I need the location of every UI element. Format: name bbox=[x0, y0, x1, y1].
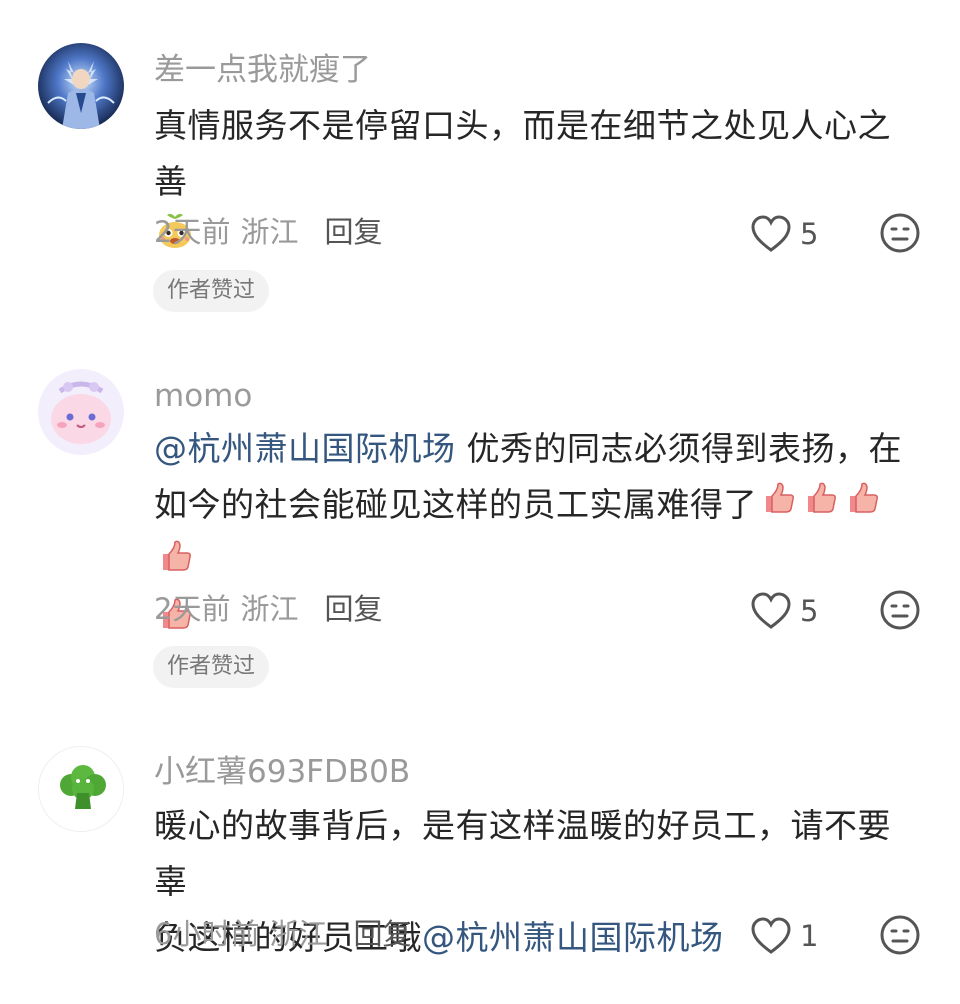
comment-text-content: 如今的社会能碰见这样的员工实属难得了 bbox=[154, 485, 757, 524]
like-count: 5 bbox=[800, 217, 819, 251]
mention-link[interactable]: @杭州萧山国际机场 bbox=[422, 918, 724, 957]
comment-location: 浙江 bbox=[240, 215, 299, 249]
username[interactable]: momo bbox=[154, 376, 252, 416]
like-button[interactable]: 1 bbox=[750, 914, 818, 958]
neutral-face-icon bbox=[880, 213, 920, 253]
heart-icon bbox=[751, 592, 791, 629]
thumbs-up-emoji bbox=[842, 478, 882, 535]
comment-meta: 2天前 浙江 回复 bbox=[154, 589, 382, 629]
comment-time: 2天前 bbox=[154, 215, 231, 249]
anime-character-avatar-icon bbox=[38, 43, 124, 129]
dislike-button[interactable] bbox=[879, 589, 921, 631]
heart-icon bbox=[751, 917, 791, 954]
mention-link[interactable]: @杭州萧山国际机场 bbox=[154, 429, 456, 468]
dislike-button[interactable] bbox=[879, 914, 921, 956]
heart-icon bbox=[751, 215, 791, 252]
like-count: 1 bbox=[800, 919, 819, 953]
thumbs-up-emoji bbox=[155, 536, 195, 593]
reply-button[interactable]: 回复 bbox=[353, 914, 411, 954]
author-liked-badge: 作者赞过 bbox=[153, 646, 270, 688]
comment-time: 6小时前 bbox=[154, 917, 260, 951]
user-avatar[interactable] bbox=[38, 43, 124, 129]
comment-location: 浙江 bbox=[269, 917, 328, 951]
neutral-face-icon bbox=[880, 590, 920, 630]
user-avatar[interactable] bbox=[38, 369, 124, 455]
broccoli-avatar-icon bbox=[39, 747, 123, 831]
reply-button[interactable]: 回复 bbox=[324, 212, 382, 252]
thumbs-up-emoji bbox=[758, 478, 798, 535]
comment-text-content: 暖心的故事背后，是有这样温暖的好员工，请不要辜 bbox=[154, 806, 891, 901]
username[interactable]: 差一点我就瘦了 bbox=[154, 50, 371, 90]
comment-text-content: 优秀的同志必须得到表扬，在 bbox=[466, 429, 902, 468]
comment-location: 浙江 bbox=[240, 592, 299, 626]
pink-cartoon-avatar-icon bbox=[38, 369, 124, 455]
comment-meta: 6小时前 浙江 回复 bbox=[154, 914, 411, 954]
reply-button[interactable]: 回复 bbox=[324, 589, 382, 629]
like-button[interactable]: 5 bbox=[750, 589, 818, 633]
thumbs-up-emoji bbox=[800, 478, 840, 535]
neutral-face-icon bbox=[880, 915, 920, 955]
dislike-button[interactable] bbox=[879, 212, 921, 254]
comment-time: 2天前 bbox=[154, 592, 231, 626]
username[interactable]: 小红薯693FDB0B bbox=[154, 752, 410, 792]
like-button[interactable]: 5 bbox=[750, 212, 818, 256]
like-count: 5 bbox=[800, 594, 819, 628]
comment-meta: 2天前 浙江 回复 bbox=[154, 212, 382, 252]
comment-text-content: 真情服务不是停留口头，而是在细节之处见人心之善 bbox=[154, 106, 891, 201]
author-liked-badge: 作者赞过 bbox=[153, 270, 270, 312]
user-avatar[interactable] bbox=[38, 746, 124, 832]
